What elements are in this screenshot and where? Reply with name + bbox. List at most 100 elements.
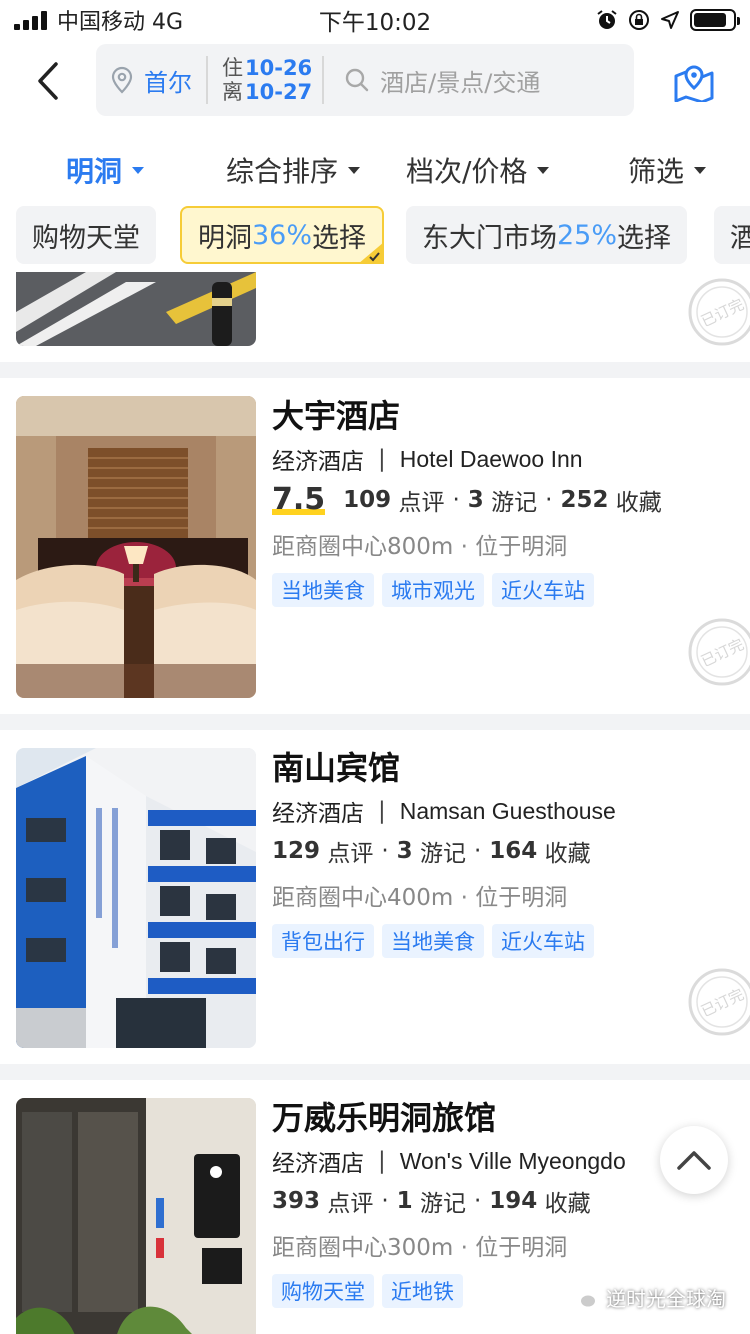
checkout-date: 10-27 — [245, 80, 313, 104]
filter-price[interactable]: 档次/价格 — [406, 150, 550, 190]
filter-more[interactable]: 筛选 — [628, 150, 707, 190]
hotel-english-name: Hotel Daewoo Inn — [399, 445, 583, 472]
svg-text:已订完: 已订完 — [698, 295, 746, 330]
rotation-lock-icon — [629, 10, 649, 30]
hotel-thumbnail — [16, 748, 256, 1048]
hotel-info: 万威乐明洞旅馆 经济酒店 | Won's Ville Myeongdo 393 … — [272, 1098, 732, 1308]
chip-label: 东大门市场 — [422, 222, 557, 254]
location-pin-icon — [111, 66, 133, 94]
date-selector[interactable]: 住10-26 离10-27 — [208, 56, 322, 104]
note-count: 3 — [467, 486, 484, 513]
hotel-tag: 城市观光 — [382, 573, 484, 607]
hotel-tag: 近火车站 — [492, 573, 594, 607]
separator: | — [378, 446, 386, 472]
sold-out-stamp: 已订完 — [688, 968, 750, 1036]
chip-label: 购物天堂 — [32, 222, 140, 254]
top-nav: 首尔 住10-26 离10-27 酒店/景点/交通 — [0, 40, 750, 122]
back-to-top-button[interactable] — [660, 1126, 728, 1194]
hotel-thumbnail — [16, 396, 256, 698]
hotel-card[interactable]: 大宇酒店 经济酒店 | Hotel Daewoo Inn 7.5 109 点评 … — [0, 378, 750, 714]
chip-partial[interactable]: 酒 — [714, 206, 750, 264]
card-divider — [0, 714, 750, 730]
chevron-up-icon — [677, 1151, 711, 1170]
hotel-english-name: Won's Ville Myeongdo — [399, 1147, 626, 1174]
city-label: 首尔 — [144, 68, 192, 97]
separator: | — [378, 1148, 386, 1174]
hotel-info: 南山宾馆 经济酒店 | Namsan Guesthouse 129 点评 · 3… — [272, 748, 732, 958]
review-unit: 点评 — [327, 841, 374, 867]
hotel-english-name: Namsan Guesthouse — [399, 797, 616, 824]
chip-myeongdong[interactable]: 明洞 36% 选择 — [180, 206, 385, 264]
filter-bar: 明洞 综合排序 档次/价格 筛选 — [0, 132, 750, 198]
note-count: 3 — [396, 838, 413, 864]
hotel-type: 经济酒店 — [272, 801, 364, 827]
note-unit: 游记 — [491, 489, 538, 516]
chip-label: 明洞 — [198, 222, 252, 254]
sold-out-stamp: 已订完 — [688, 618, 750, 686]
svg-text:已订完: 已订完 — [698, 635, 746, 670]
filter-sort[interactable]: 综合排序 — [226, 150, 361, 190]
hotel-tag: 近火车站 — [492, 924, 594, 958]
hotel-card-partial[interactable]: 已订完 — [0, 272, 750, 362]
chip-percent: 36% — [252, 219, 313, 251]
location-arrow-icon — [661, 11, 679, 29]
hotel-type: 经济酒店 — [272, 1151, 364, 1177]
filter-price-label: 档次/价格 — [406, 155, 528, 188]
caret-down-icon — [348, 166, 361, 174]
watermark: 逆时光全球淘 — [570, 1283, 726, 1312]
hotel-tag: 当地美食 — [272, 573, 374, 607]
card-divider — [0, 1064, 750, 1080]
checkin-date: 10-26 — [245, 56, 313, 80]
review-count: 129 — [272, 838, 321, 864]
search-bar[interactable]: 首尔 住10-26 离10-27 酒店/景点/交通 — [96, 44, 634, 116]
quick-filter-chips: 购物天堂 明洞 36% 选择 东大门市场 25% 选择 酒 — [0, 204, 750, 266]
chip-shopping[interactable]: 购物天堂 — [16, 206, 156, 264]
carrier-label: 中国移动 4G — [57, 10, 184, 35]
favorite-count: 252 — [560, 486, 609, 513]
chip-dongdaemun[interactable]: 东大门市场 25% 选择 — [406, 206, 688, 264]
caret-down-icon — [537, 166, 550, 174]
hotel-thumbnail — [16, 272, 256, 346]
hotel-distance: 距商圈中心800m · 位于明洞 — [272, 534, 568, 560]
chip-suffix: 选择 — [617, 222, 672, 254]
note-count: 1 — [396, 1188, 413, 1214]
back-arrow-icon — [38, 62, 58, 100]
map-button[interactable] — [672, 58, 720, 106]
favorite-unit: 收藏 — [615, 489, 662, 516]
hotel-tag: 购物天堂 — [272, 1274, 374, 1308]
hotel-score: 7.5 — [272, 482, 326, 517]
favorite-count: 194 — [489, 1188, 538, 1214]
filter-location[interactable]: 明洞 — [66, 150, 145, 190]
hotel-tag: 近地铁 — [382, 1274, 463, 1308]
hotel-tag: 当地美食 — [382, 924, 484, 958]
hotel-info: 大宇酒店 经济酒店 | Hotel Daewoo Inn 7.5 109 点评 … — [272, 396, 732, 607]
filter-location-label: 明洞 — [66, 155, 123, 188]
search-placeholder: 酒店/景点/交通 — [380, 68, 541, 97]
filter-sort-label: 综合排序 — [226, 155, 339, 188]
hotel-stats: 129 点评 · 3 游记 · 164 收藏 — [272, 834, 732, 868]
signal-icon — [14, 10, 47, 30]
hotel-name: 万威乐明洞旅馆 — [272, 1099, 497, 1137]
review-count: 109 — [343, 486, 392, 513]
city-selector[interactable]: 首尔 — [96, 44, 206, 116]
hotel-name: 大宇酒店 — [272, 397, 401, 435]
chip-label: 酒 — [730, 222, 750, 254]
checkin-label: 住 — [222, 56, 243, 80]
favorite-unit: 收藏 — [544, 1191, 591, 1217]
review-unit: 点评 — [398, 489, 445, 516]
hotel-tags: 背包出行 当地美食 近火车站 — [272, 924, 732, 958]
caret-down-icon — [694, 166, 707, 174]
hotel-card[interactable]: 南山宾馆 经济酒店 | Namsan Guesthouse 129 点评 · 3… — [0, 730, 750, 1064]
search-input[interactable]: 酒店/景点/交通 — [324, 44, 540, 116]
search-icon — [345, 68, 369, 92]
hotel-stats: 7.5 109 点评 · 3 游记 · 252 收藏 — [272, 482, 662, 517]
wechat-icon — [570, 1286, 597, 1308]
note-unit: 游记 — [419, 841, 466, 867]
hotel-distance: 距商圈中心400m · 位于明洞 — [272, 885, 568, 911]
hotel-list: 已订完 大宇酒店 经济酒店 | Hotel Daewoo Inn 7.5 109… — [0, 272, 750, 1334]
hotel-tag: 背包出行 — [272, 924, 374, 958]
favorite-count: 164 — [489, 838, 538, 864]
back-button[interactable] — [28, 54, 68, 108]
hotel-type: 经济酒店 — [272, 449, 364, 475]
alarm-icon — [597, 10, 617, 29]
